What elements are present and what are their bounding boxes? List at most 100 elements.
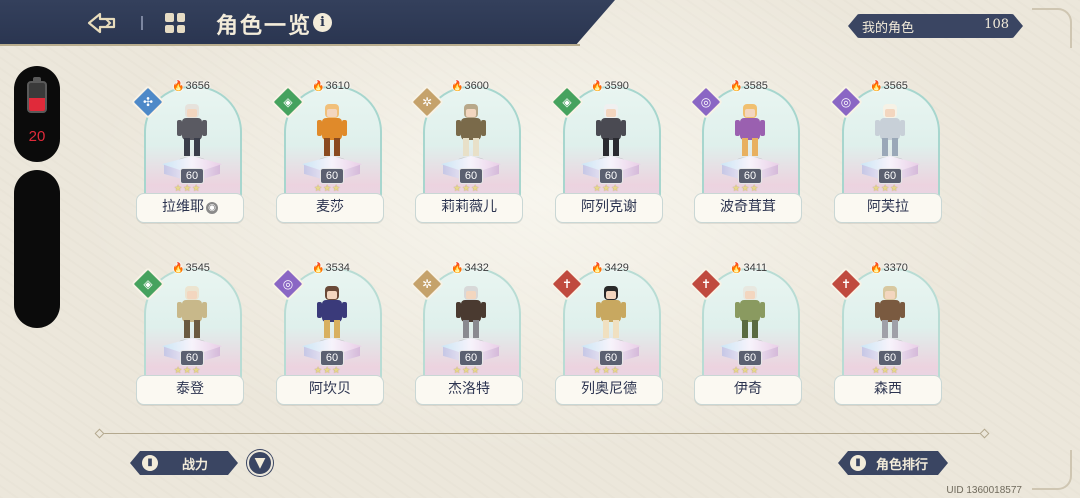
level-badge: 60 xyxy=(320,168,344,184)
character-name: 森西 xyxy=(834,375,942,405)
battery-fill xyxy=(29,98,45,111)
level-badge: 60 xyxy=(599,168,623,184)
power-value: 🔥3590 xyxy=(591,80,629,92)
level-badge: 60 xyxy=(180,168,204,184)
character-card[interactable]: 🔥3565 ◎ 60 ★★★ 阿芙拉 xyxy=(829,80,942,228)
ranking-label: 角色排行 xyxy=(876,458,929,473)
flame-icon: 🔥 xyxy=(591,263,604,274)
corner-ornament xyxy=(1032,450,1072,490)
character-card[interactable]: 🔥3656 ✣ 60 ★★★ 拉维耶 ◉ xyxy=(131,80,244,228)
header-border xyxy=(0,44,580,46)
menu-grid-icon[interactable] xyxy=(165,13,185,33)
side-panel xyxy=(14,170,60,328)
back-arrow-icon xyxy=(87,12,116,34)
flame-icon: 🔥 xyxy=(591,81,604,92)
sort-by-power-button[interactable]: ▮ 战力 xyxy=(130,451,238,475)
character-sprite xyxy=(596,286,626,345)
back-button[interactable] xyxy=(86,8,118,38)
battery-icon xyxy=(27,81,47,113)
character-sprite xyxy=(177,104,207,163)
character-sprite xyxy=(456,104,486,163)
character-sprite xyxy=(875,286,905,345)
character-sprite xyxy=(456,286,486,345)
power-value: 🔥3656 xyxy=(172,80,210,92)
flame-icon: 🔥 xyxy=(172,81,185,92)
bottom-divider xyxy=(100,433,985,434)
my-characters-count: 108 xyxy=(984,17,1009,32)
battery-indicator: 20 xyxy=(14,66,60,162)
level-badge: 60 xyxy=(599,350,623,366)
flame-icon: 🔥 xyxy=(172,263,185,274)
character-name: 阿列克谢 xyxy=(555,193,663,223)
info-icon[interactable]: i xyxy=(313,13,332,32)
level-badge: 60 xyxy=(738,168,762,184)
character-card[interactable]: 🔥3411 ✝ 60 ★★★ 伊奇 xyxy=(689,262,802,410)
power-value: 🔥3534 xyxy=(312,262,350,274)
character-name: 杰洛特 xyxy=(415,375,523,405)
character-sprite xyxy=(596,104,626,163)
flame-icon: 🔥 xyxy=(451,263,464,274)
character-card[interactable]: 🔥3534 ◎ 60 ★★★ 阿坎贝 xyxy=(271,262,384,410)
power-value: 🔥3432 xyxy=(451,262,489,274)
character-name: 麦莎 xyxy=(276,193,384,223)
flame-icon: 🔥 xyxy=(730,263,743,274)
flame-icon: 🔥 xyxy=(730,81,743,92)
level-badge: 60 xyxy=(878,350,902,366)
filter-button[interactable]: ▼ xyxy=(247,450,273,476)
level-badge: 60 xyxy=(459,168,483,184)
level-badge: 60 xyxy=(459,350,483,366)
character-sprite xyxy=(317,104,347,163)
flame-icon: 🔥 xyxy=(870,263,883,274)
power-value: 🔥3600 xyxy=(451,80,489,92)
power-value: 🔥3565 xyxy=(870,80,908,92)
power-value: 🔥3370 xyxy=(870,262,908,274)
bar-chart-icon: ▮ xyxy=(142,455,158,471)
ranking-icon: ▮ xyxy=(850,455,866,471)
character-card[interactable]: 🔥3432 ✲ 60 ★★★ 杰洛特 xyxy=(410,262,523,410)
character-card[interactable]: 🔥3370 ✝ 60 ★★★ 森西 xyxy=(829,262,942,410)
character-name: 阿芙拉 xyxy=(834,193,942,223)
character-name: 波奇茸茸 xyxy=(694,193,802,223)
character-sprite xyxy=(875,104,905,163)
level-badge: 60 xyxy=(320,350,344,366)
power-value: 🔥3411 xyxy=(730,262,768,274)
level-badge: 60 xyxy=(738,350,762,366)
character-ranking-button[interactable]: ▮ 角色排行 xyxy=(838,451,948,475)
filter-icon: ▼ xyxy=(254,455,266,471)
character-name: 伊奇 xyxy=(694,375,802,405)
character-card[interactable]: 🔥3610 ◈ 60 ★★★ 麦莎 xyxy=(271,80,384,228)
character-card[interactable]: 🔥3585 ◎ 60 ★★★ 波奇茸茸 xyxy=(689,80,802,228)
character-card[interactable]: 🔥3600 ✲ 60 ★★★ 莉莉薇儿 xyxy=(410,80,523,228)
parchment-background xyxy=(0,0,1080,498)
character-card[interactable]: 🔥3545 ◈ 60 ★★★ 泰登 xyxy=(131,262,244,410)
character-card[interactable]: 🔥3590 ◈ 60 ★★★ 阿列克谢 xyxy=(550,80,663,228)
flame-icon: 🔥 xyxy=(451,81,464,92)
power-value: 🔥3429 xyxy=(591,262,629,274)
character-card[interactable]: 🔥3429 ✝ 60 ★★★ 列奥尼德 xyxy=(550,262,663,410)
character-name: 阿坎贝 xyxy=(276,375,384,405)
uid-text: UID 1360018577 xyxy=(946,485,1022,496)
flame-icon: 🔥 xyxy=(870,81,883,92)
corner-ornament xyxy=(1032,8,1072,48)
my-characters-label: 我的角色 xyxy=(862,21,915,36)
character-name: 泰登 xyxy=(136,375,244,405)
power-value: 🔥3610 xyxy=(312,80,350,92)
character-name: 列奥尼德 xyxy=(555,375,663,405)
flame-icon: 🔥 xyxy=(312,263,325,274)
character-sprite xyxy=(735,104,765,163)
my-characters-counter: 我的角色 108 xyxy=(848,14,1023,38)
character-name: 拉维耶 ◉ xyxy=(136,193,244,223)
power-value: 🔥3585 xyxy=(730,80,768,92)
character-sprite xyxy=(735,286,765,345)
power-value: 🔥3545 xyxy=(172,262,210,274)
flame-icon: 🔥 xyxy=(312,81,325,92)
level-badge: 60 xyxy=(180,350,204,366)
character-sprite xyxy=(177,286,207,345)
character-sprite xyxy=(317,286,347,345)
page-title: 角色一览 xyxy=(216,13,313,39)
tag-icon: ◉ xyxy=(206,202,218,214)
battery-value: 20 xyxy=(28,128,46,145)
character-name: 莉莉薇儿 xyxy=(415,193,523,223)
level-badge: 60 xyxy=(878,168,902,184)
header-separator xyxy=(141,16,143,30)
